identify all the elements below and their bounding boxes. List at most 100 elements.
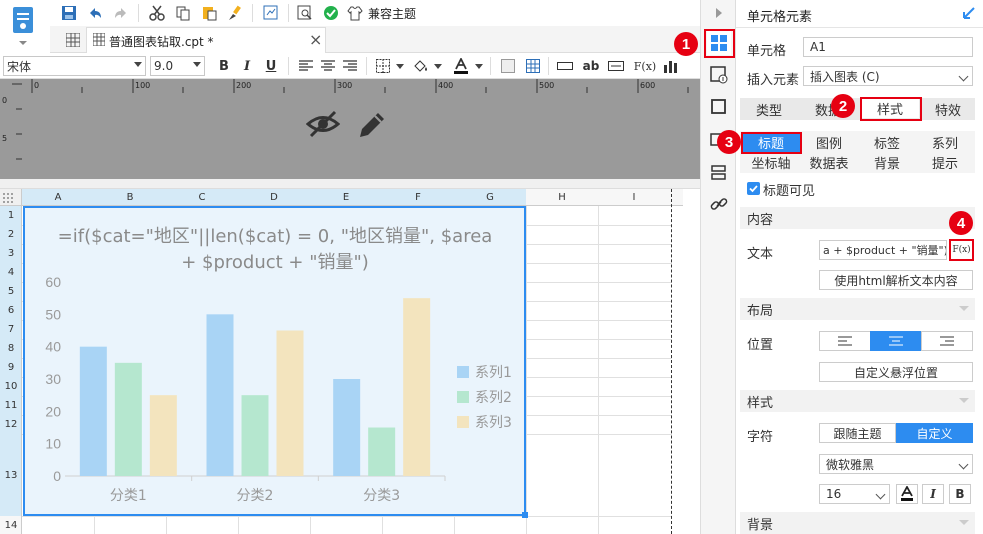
title-visible-checkbox[interactable] bbox=[747, 182, 760, 195]
italic-button[interactable]: I bbox=[922, 484, 944, 504]
hide-eye-icon[interactable] bbox=[305, 109, 341, 139]
bar-chart-icon[interactable] bbox=[660, 55, 682, 77]
follow-theme-button[interactable]: 跟随主题 bbox=[819, 423, 896, 443]
merge-cell-icon[interactable] bbox=[497, 55, 519, 77]
file-tab[interactable]: 普通图表钻取.cpt * × bbox=[86, 27, 326, 53]
condition-icon[interactable] bbox=[709, 163, 729, 183]
insert-image-icon[interactable] bbox=[605, 55, 627, 77]
custom-button[interactable]: 自定义 bbox=[896, 423, 973, 443]
chart-cell[interactable]: =if($cat="地区"||len($cat) = 0, "地区销量", $a… bbox=[23, 206, 526, 516]
row-header-9[interactable]: 9 bbox=[0, 358, 22, 377]
cell-attribute-icon[interactable] bbox=[709, 65, 729, 85]
chevron-down-icon[interactable] bbox=[475, 64, 483, 69]
content-section[interactable]: 内容 bbox=[740, 207, 975, 229]
text-ab-button[interactable]: ab bbox=[580, 55, 602, 77]
theme-label[interactable]: 兼容主题 bbox=[368, 5, 416, 22]
undo-icon[interactable] bbox=[84, 2, 106, 24]
row-header-3[interactable]: 3 bbox=[0, 244, 22, 263]
column-header-i[interactable]: I bbox=[598, 189, 670, 206]
insert-line-icon[interactable] bbox=[554, 55, 576, 77]
position-center-button[interactable] bbox=[870, 331, 922, 351]
align-right-icon[interactable] bbox=[339, 55, 361, 77]
redo-icon[interactable] bbox=[110, 2, 132, 24]
hyperlink-icon[interactable] bbox=[709, 194, 729, 214]
tab-effect[interactable]: 特效 bbox=[919, 100, 977, 119]
row-header-5[interactable]: 5 bbox=[0, 282, 22, 301]
search-preview-icon[interactable] bbox=[294, 2, 316, 24]
bold-button[interactable]: B bbox=[949, 484, 971, 504]
close-icon[interactable]: × bbox=[309, 30, 322, 49]
row-header-8[interactable]: 8 bbox=[0, 339, 22, 358]
subtab-tooltip[interactable]: 提示 bbox=[916, 153, 974, 172]
column-header-h[interactable]: H bbox=[526, 189, 598, 206]
format-brush-icon[interactable] bbox=[224, 2, 246, 24]
row-header-7[interactable]: 7 bbox=[0, 320, 22, 339]
preview-icon[interactable] bbox=[260, 2, 282, 24]
cell-input[interactable]: A1 bbox=[803, 37, 973, 57]
html-parse-button[interactable]: 使用html解析文本内容 bbox=[819, 270, 973, 290]
layout-section[interactable]: 布局 bbox=[740, 298, 975, 320]
edit-pencil-icon[interactable] bbox=[356, 109, 388, 141]
row-header-14[interactable]: 14 bbox=[0, 516, 22, 534]
chevron-down-icon[interactable] bbox=[396, 64, 404, 69]
insert-element-select[interactable]: 插入图表 (C) bbox=[803, 66, 973, 86]
bold-button[interactable]: B bbox=[213, 55, 235, 77]
column-header-e[interactable]: E bbox=[310, 189, 382, 206]
chevron-down-icon[interactable] bbox=[434, 64, 442, 69]
row-header-13[interactable]: 13 bbox=[0, 434, 22, 516]
row-header-12[interactable]: 12 bbox=[0, 415, 22, 434]
font-select[interactable]: 微软雅黑 bbox=[819, 454, 973, 474]
font-size-input[interactable]: 16 bbox=[819, 484, 890, 504]
column-header-c[interactable]: C bbox=[166, 189, 238, 206]
grid-corner[interactable] bbox=[0, 189, 22, 206]
position-left-button[interactable] bbox=[819, 331, 871, 351]
subtab-series[interactable]: 系列 bbox=[916, 133, 974, 152]
cut-icon[interactable] bbox=[146, 2, 168, 24]
custom-float-button[interactable]: 自定义悬浮位置 bbox=[819, 362, 973, 382]
column-header-f[interactable]: F bbox=[382, 189, 454, 206]
grid-menu-icon[interactable] bbox=[65, 32, 81, 48]
selection-handle[interactable] bbox=[522, 512, 528, 518]
fill-color-icon[interactable] bbox=[410, 55, 432, 77]
underline-button[interactable]: U bbox=[260, 55, 282, 77]
subtab-label[interactable]: 标签 bbox=[858, 133, 916, 152]
row-header-4[interactable]: 4 bbox=[0, 263, 22, 282]
table-grid-icon[interactable] bbox=[522, 55, 544, 77]
subtab-legend[interactable]: 图例 bbox=[800, 133, 858, 152]
tab-type[interactable]: 类型 bbox=[740, 100, 798, 119]
font-size-select[interactable]: 9.0 bbox=[150, 56, 205, 76]
column-header-a[interactable]: A bbox=[22, 189, 94, 206]
app-template-icon[interactable] bbox=[8, 4, 38, 48]
column-header-g[interactable]: G bbox=[454, 189, 526, 206]
check-icon[interactable] bbox=[320, 2, 342, 24]
border-icon[interactable] bbox=[372, 55, 394, 77]
text-color-button[interactable] bbox=[896, 484, 918, 504]
align-left-icon[interactable] bbox=[295, 55, 317, 77]
column-header-d[interactable]: D bbox=[238, 189, 310, 206]
column-header-b[interactable]: B bbox=[94, 189, 166, 206]
formula-fx-button[interactable]: F(x) bbox=[632, 55, 658, 77]
collapse-arrow-icon[interactable] bbox=[962, 6, 976, 20]
theme-shirt-icon[interactable] bbox=[344, 2, 366, 24]
position-right-button[interactable] bbox=[921, 331, 973, 351]
subtab-datasheet[interactable]: 数据表 bbox=[800, 153, 858, 172]
copy-icon[interactable] bbox=[172, 2, 194, 24]
font-family-select[interactable]: 宋体 bbox=[3, 56, 146, 76]
expand-arrow-icon[interactable] bbox=[716, 8, 722, 18]
row-header-11[interactable]: 11 bbox=[0, 396, 22, 415]
font-color-icon[interactable] bbox=[450, 55, 472, 77]
save-icon[interactable] bbox=[58, 2, 80, 24]
background-section[interactable]: 背景 bbox=[740, 512, 975, 534]
scroll-area[interactable] bbox=[683, 189, 700, 534]
row-header-2[interactable]: 2 bbox=[0, 225, 22, 244]
align-center-icon[interactable] bbox=[317, 55, 339, 77]
italic-button[interactable]: I bbox=[236, 55, 258, 77]
paste-icon[interactable] bbox=[198, 2, 220, 24]
row-header-1[interactable]: 1 bbox=[0, 206, 22, 225]
title-text-input[interactable]: a + $product + "销量") bbox=[819, 240, 947, 260]
row-header-10[interactable]: 10 bbox=[0, 377, 22, 396]
row-header-6[interactable]: 6 bbox=[0, 301, 22, 320]
style-section[interactable]: 样式 bbox=[740, 390, 975, 412]
subtab-background[interactable]: 背景 bbox=[858, 153, 916, 172]
subtab-axis[interactable]: 坐标轴 bbox=[742, 153, 800, 172]
